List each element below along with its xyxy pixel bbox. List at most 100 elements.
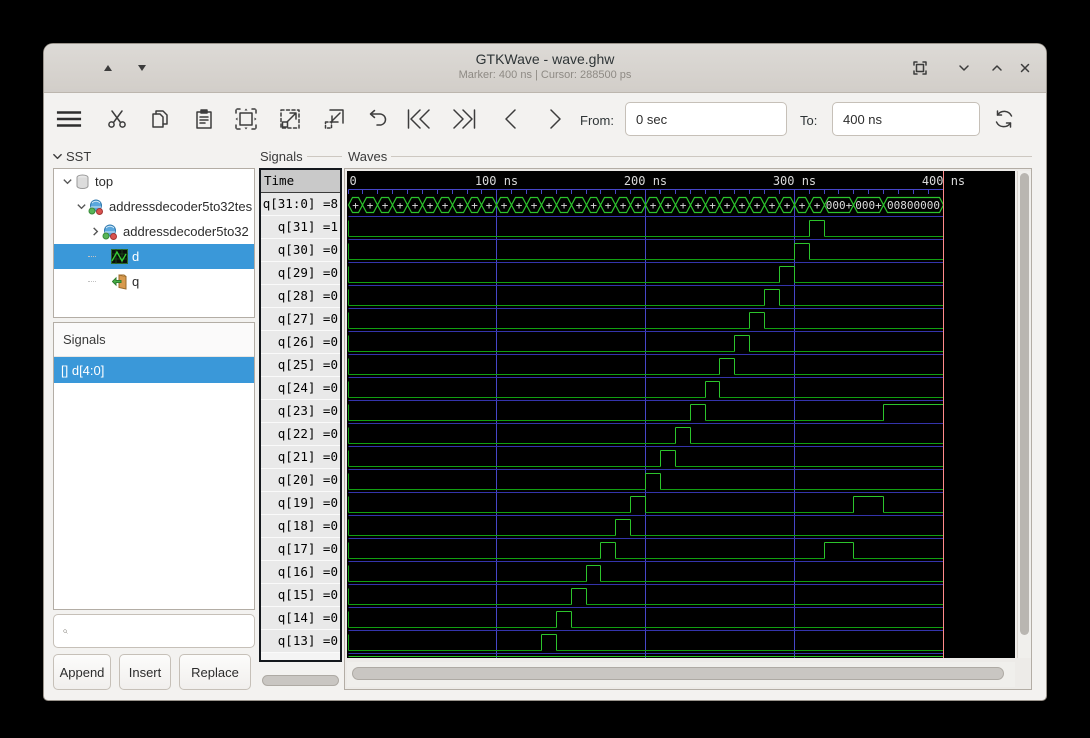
svg-text:+: + (576, 199, 583, 212)
maximize-button[interactable] (987, 58, 1007, 78)
waves-vscrollbar[interactable] (1017, 171, 1031, 658)
signal-row-q[13][interactable]: q[13] =0 (261, 630, 340, 653)
search-input[interactable] (74, 622, 254, 640)
signal-row-q[21][interactable]: q[21] =0 (261, 446, 340, 469)
svg-text:+: + (501, 199, 508, 212)
tree-item-label: addressdecoder5to32tes (109, 199, 253, 214)
zoom-in-button[interactable] (277, 106, 303, 132)
undo-button[interactable] (364, 106, 390, 132)
signal-row-q[28][interactable]: q[28] =0 (261, 285, 340, 308)
tree-expander[interactable] (88, 225, 102, 239)
svg-text:+: + (382, 199, 389, 212)
sst-tree-item-addressdecoder5to32[interactable]: addressdecoder5to32 (54, 219, 254, 244)
svg-text:+: + (412, 199, 419, 212)
port-signal-icon (111, 273, 126, 290)
signal-row-q[25][interactable]: q[25] =0 (261, 354, 340, 377)
reload-button[interactable] (991, 106, 1017, 132)
previous-edge-button[interactable] (498, 106, 524, 132)
svg-text:+: + (754, 199, 761, 212)
signal-row-q[29][interactable]: q[29] =0 (261, 262, 340, 285)
waves-frame-label-row: Waves (348, 148, 1032, 164)
svg-text:+: + (650, 199, 657, 212)
svg-text:+: + (605, 199, 612, 212)
titlebar-text: GTKWave - wave.ghw Marker: 400 ns | Curs… (44, 51, 1046, 81)
copy-button[interactable] (147, 106, 173, 132)
time-header[interactable]: Time (261, 170, 340, 193)
tree-expander[interactable] (60, 175, 74, 189)
clipboard-paste-icon (196, 109, 212, 129)
replace-button[interactable]: Replace (179, 654, 251, 690)
signal-row-q[17][interactable]: q[17] =0 (261, 538, 340, 561)
svg-text:+: + (457, 199, 464, 212)
sst-tree-item-d[interactable]: d (54, 244, 254, 269)
close-button[interactable] (1015, 58, 1035, 78)
signal-row-q[31:0][interactable]: q[31:0] =8 (261, 193, 340, 216)
signal-action-buttons: Append Insert Replace (53, 654, 255, 690)
signal-row-q[16][interactable]: q[16] =0 (261, 561, 340, 584)
signal-row-q[18][interactable]: q[18] =0 (261, 515, 340, 538)
hamburger-menu-icon (56, 111, 82, 127)
zoom-fit-button[interactable] (233, 106, 259, 132)
go-to-start-button[interactable] (406, 106, 432, 132)
sst-tree-item-top[interactable]: top (54, 169, 254, 194)
search-icon (63, 628, 68, 634)
waves-frame-label: Waves (348, 148, 388, 164)
to-input[interactable] (832, 102, 980, 136)
from-input[interactable] (625, 102, 787, 136)
window-title: GTKWave - wave.ghw (475, 51, 615, 67)
signal-column-hscrollbar[interactable] (262, 675, 339, 686)
append-button[interactable]: Append (53, 654, 111, 690)
signal-row-q[14][interactable]: q[14] =0 (261, 607, 340, 630)
shift-down-button[interactable] (132, 58, 152, 78)
scope-top-icon (76, 174, 89, 189)
svg-text:+: + (427, 199, 434, 212)
found-signals-list: [] d[4:0] (54, 357, 254, 383)
svg-text:+: + (352, 199, 359, 212)
next-edge-button[interactable] (542, 106, 568, 132)
svg-text:+: + (516, 199, 523, 212)
svg-text:0: 0 (350, 174, 357, 188)
zoom-expand-icon (280, 109, 300, 129)
signal-row-q[19][interactable]: q[19] =0 (261, 492, 340, 515)
menu-button[interactable] (56, 106, 82, 132)
expander-open-icon (76, 204, 86, 210)
go-to-end-button[interactable] (451, 106, 477, 132)
insert-button[interactable]: Insert (119, 654, 171, 690)
signal-search-box[interactable] (53, 614, 255, 648)
waves-vscrollbar-thumb[interactable] (1020, 173, 1029, 635)
found-signals-panel: Signals [] d[4:0] (53, 322, 255, 610)
fullscreen-button[interactable] (910, 58, 930, 78)
titlebar: GTKWave - wave.ghw Marker: 400 ns | Curs… (44, 44, 1046, 93)
undo-arrow-icon (369, 109, 387, 126)
paste-button[interactable] (191, 106, 217, 132)
sst-tree-item-addressdecoder5to32tes[interactable]: addressdecoder5to32tes (54, 194, 254, 219)
cut-button[interactable] (104, 106, 130, 132)
svg-text:+: + (680, 199, 687, 212)
tree-item-label: q (132, 274, 140, 289)
signal-wave-icon (111, 249, 128, 264)
signal-rows: q[31:0] =8 q[31] =1 q[30] =0 q[29] =0 q[28] … (261, 193, 340, 653)
signal-row-q[15][interactable]: q[15] =0 (261, 584, 340, 607)
signal-row-q[22][interactable]: q[22] =0 (261, 423, 340, 446)
signal-row-q[31][interactable]: q[31] =1 (261, 216, 340, 239)
zoom-out-button[interactable] (321, 106, 347, 132)
waveform-canvas[interactable]: 0 100 ns 200 ns 300 ns 400 ns+ + + + + + + + + + + + + + +… (347, 171, 1015, 658)
shift-up-button[interactable] (98, 58, 118, 78)
minimize-button[interactable] (954, 58, 974, 78)
signal-row-q[23][interactable]: q[23] =0 (261, 400, 340, 423)
signal-row-q[24][interactable]: q[24] =0 (261, 377, 340, 400)
sst-tree-item-q[interactable]: q (54, 269, 254, 294)
found-signal-item[interactable]: [] d[4:0] (54, 357, 254, 383)
screen: { "window": { "title": "GTKWave - wave.g… (0, 0, 1090, 738)
tree-expander[interactable] (74, 200, 88, 214)
signal-row-q[27][interactable]: q[27] =0 (261, 308, 340, 331)
svg-text:200 ns: 200 ns (624, 174, 667, 188)
svg-text:000+: 000+ (826, 199, 853, 212)
signal-row-q[20][interactable]: q[20] =0 (261, 469, 340, 492)
waves-hscrollbar[interactable] (347, 662, 1015, 687)
sst-pane-header[interactable]: SST (52, 148, 91, 164)
signal-row-q[26][interactable]: q[26] =0 (261, 331, 340, 354)
signal-row-q[30][interactable]: q[30] =0 (261, 239, 340, 262)
waves-hscrollbar-thumb[interactable] (352, 667, 1004, 680)
signals-frame-label: Signals (260, 148, 303, 164)
